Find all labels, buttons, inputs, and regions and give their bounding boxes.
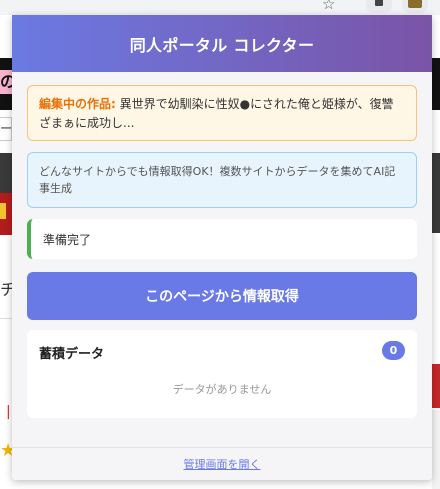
open-admin-link[interactable]: 管理画面を開く	[184, 456, 261, 472]
extension-icon[interactable]	[366, 0, 392, 13]
stored-data-title: 蓄積データ	[39, 347, 105, 362]
status-indicator: 準備完了	[27, 219, 417, 259]
info-message: どんなサイトからでも情報取得OK！複数サイトからデータを集めてAI記事生成	[27, 152, 417, 208]
background-banner-right	[432, 58, 440, 110]
background-red-tag	[432, 364, 440, 408]
background-image	[0, 193, 12, 235]
background-nav	[0, 153, 12, 193]
editing-work-notice: 編集中の作品: 異世界で幼馴染に性奴●にされた俺と姫様が、復讐ざまぁに成功し..…	[27, 85, 417, 141]
popup-title: 同人ポータル コレクター	[129, 35, 315, 55]
stored-data-count-badge: 0	[382, 341, 405, 360]
popup-footer: 管理画面を開く	[12, 447, 432, 480]
background-sidebar	[432, 410, 440, 489]
stored-data-panel: 蓄積データ 0 データがありません	[27, 330, 417, 418]
fetch-button-label: このページから情報取得	[145, 289, 299, 305]
extension-popup: 同人ポータル コレクター 編集中の作品: 異世界で幼馴染に性奴●にされた俺と姫様…	[12, 15, 432, 480]
extension-app-icon[interactable]	[402, 0, 428, 13]
background-pink-label: の	[0, 70, 12, 94]
background-input: ー	[0, 117, 12, 141]
fetch-page-info-button[interactable]: このページから情報取得	[27, 272, 417, 320]
background-divider	[0, 318, 12, 319]
editing-label: 編集中の作品:	[39, 97, 116, 111]
background-rating-star-icon: ★	[0, 440, 12, 461]
popup-header: 同人ポータル コレクター	[12, 15, 432, 72]
bookmark-star-icon[interactable]: ☆	[322, 0, 338, 12]
background-nav-right	[432, 153, 440, 233]
status-text: 準備完了	[43, 232, 92, 247]
background-heading: チ	[0, 280, 12, 299]
empty-data-message: データがありません	[172, 383, 272, 396]
